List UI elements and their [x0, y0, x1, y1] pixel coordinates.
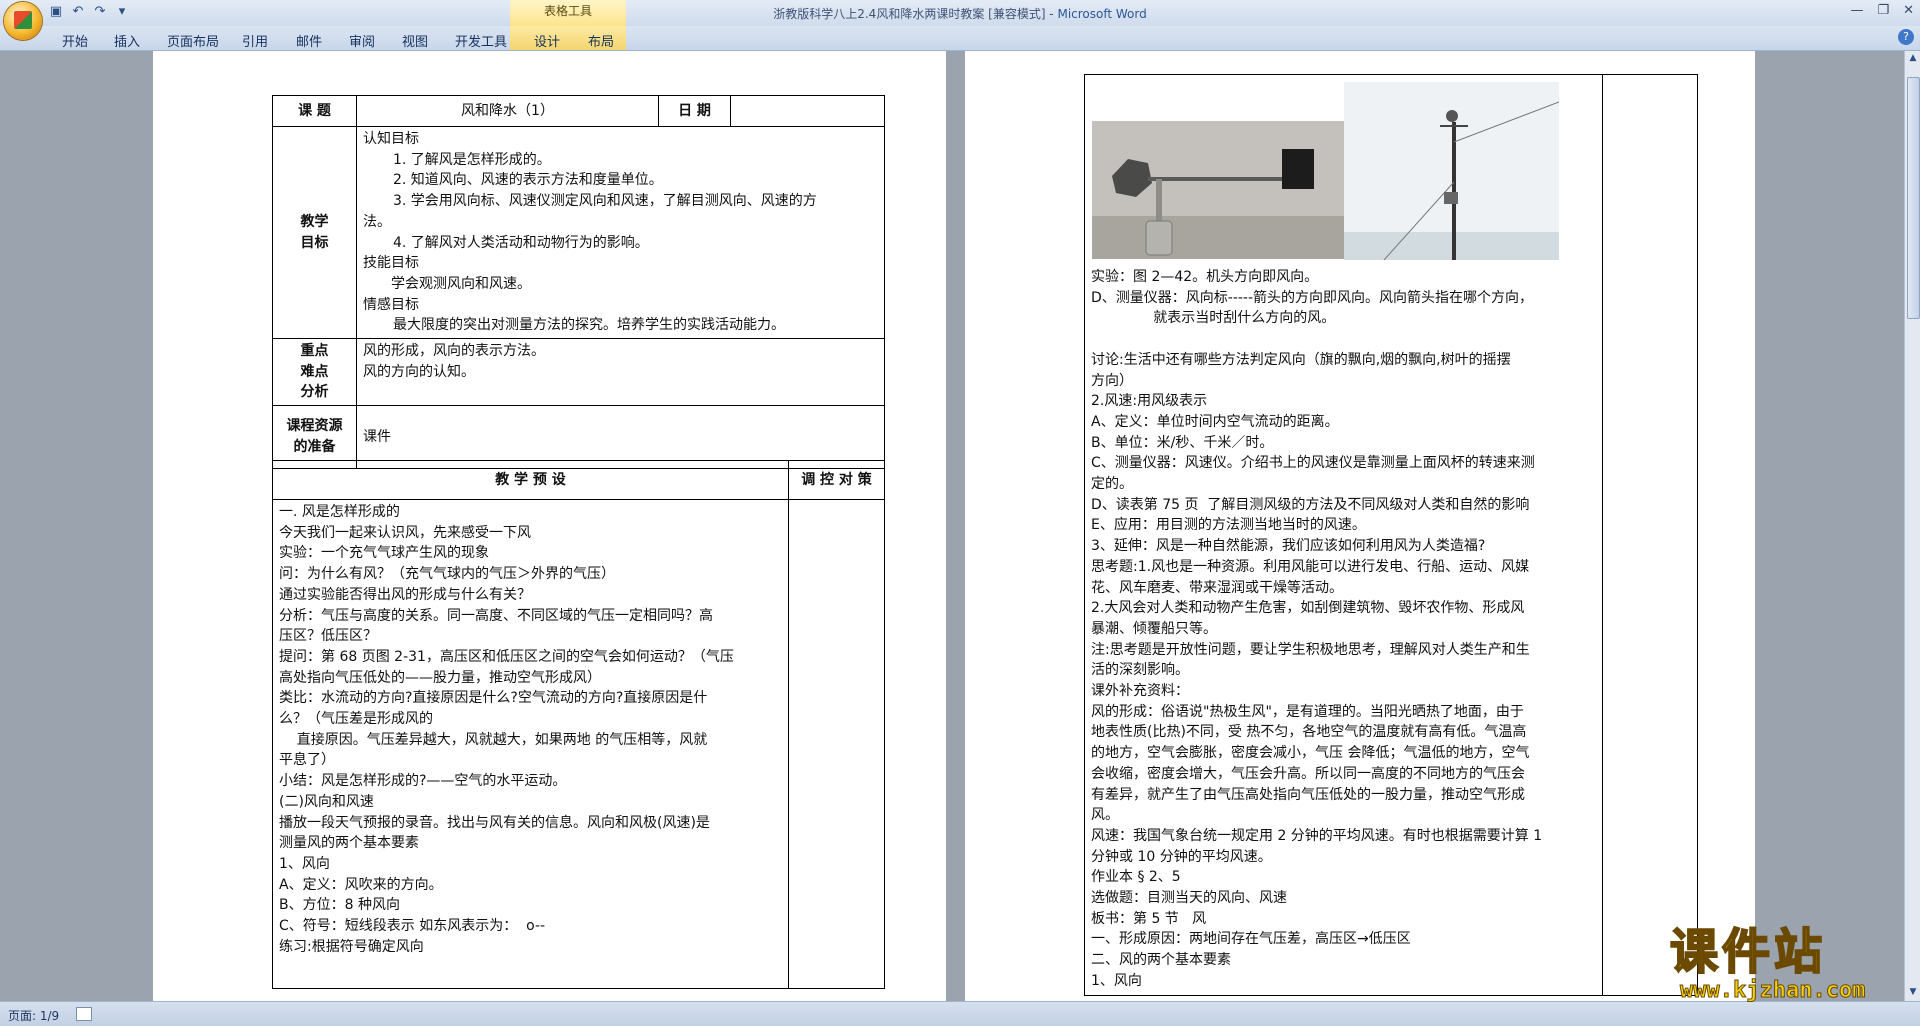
preset-table: 教 学 预 设 调 控 对 策 一. 风是怎样形成的 今天我们一起来认识风，先来…	[272, 460, 885, 989]
tab-home[interactable]: 开始	[62, 31, 88, 50]
scroll-up-icon[interactable]: ▲	[1908, 53, 1918, 65]
wind-vane-illustration	[1092, 121, 1344, 259]
close-icon[interactable]: ✕	[1903, 3, 1914, 18]
tab-insert[interactable]: 插入	[114, 31, 140, 50]
tab-references[interactable]: 引用	[242, 31, 268, 50]
proofing-icon[interactable]	[76, 1007, 92, 1021]
office-button[interactable]	[4, 2, 42, 40]
date-value[interactable]	[730, 95, 885, 127]
watermark-url: www.kjzhan.com	[1680, 978, 1866, 1003]
weather-station-illustration	[1344, 82, 1559, 260]
scrollbar-thumb[interactable]	[1907, 77, 1920, 319]
focus-content[interactable]: 风的形成，风向的表示方法。 风的方向的认知。	[356, 338, 885, 407]
tab-developer[interactable]: 开发工具	[455, 31, 507, 50]
wind-vane-photo[interactable]	[1092, 121, 1344, 259]
tab-view[interactable]: 视图	[402, 31, 428, 50]
preset-content[interactable]: 一. 风是怎样形成的 今天我们一起来认识风，先来感受一下风 实验：一个充气气球产…	[272, 499, 789, 989]
header-row: 课 题 风和降水（1） 日 期	[272, 95, 885, 127]
watermark-text: 课件站	[1669, 924, 1827, 980]
scroll-down-icon[interactable]: ▼	[1908, 987, 1918, 999]
topic-label: 课 题	[272, 95, 357, 127]
window-controls: — ❐ ✕	[1850, 3, 1914, 18]
column-divider	[1602, 75, 1603, 995]
ribbon-tab-row	[0, 26, 1920, 51]
tab-layout[interactable]: 布局	[588, 31, 614, 50]
goals-content[interactable]: 认知目标 1. 了解风是怎样形成的。 2. 知道风向、风速的表示方法和度量单位。…	[356, 125, 885, 340]
page-1: 课 题 风和降水（1） 日 期 教学 目标 认知目标 1. 了解风是怎样形成的。 …	[153, 51, 946, 1001]
preset-header: 教 学 预 设	[272, 460, 789, 500]
tab-design[interactable]: 设计	[534, 31, 560, 50]
lesson-table: 课 题 风和降水（1） 日 期 教学 目标 认知目标 1. 了解风是怎样形成的。 …	[272, 95, 885, 470]
page-2: 实验：图 2—42。机头方向即风向。 D、测量仪器：风向标-----箭头的方向即…	[965, 51, 1755, 1001]
kjzhan-watermark-logo: 课件站 www.kjzhan.com	[1669, 924, 1908, 1003]
page-indicator[interactable]: 页面: 1/9	[8, 1007, 59, 1024]
status-bar: 页面: 1/9	[0, 1001, 1920, 1026]
vertical-scrollbar[interactable]: ▲ ▼	[1904, 51, 1920, 1001]
control-header: 调 控 对 策	[788, 460, 885, 500]
window-title: 浙教版科学八上2.4风和降水两课时教案 [兼容模式] - Microsoft W…	[773, 7, 1147, 21]
weather-station-photo[interactable]	[1344, 82, 1559, 260]
page-2-table: 实验：图 2—42。机头方向即风向。 D、测量仪器：风向标-----箭头的方向即…	[1084, 74, 1698, 996]
tab-mailings[interactable]: 邮件	[296, 31, 322, 50]
help-icon[interactable]: ?	[1898, 29, 1914, 45]
title-bar: ▣ ↶ ↷ ▾ 表格工具 浙教版科学八上2.4风和降水两课时教案 [兼容模式] …	[0, 0, 1920, 27]
focus-label: 重点 难点 分析	[272, 338, 357, 407]
restore-icon[interactable]: ❐	[1877, 3, 1889, 18]
minimize-icon[interactable]: —	[1850, 3, 1863, 18]
page-2-content[interactable]: 实验：图 2—42。机头方向即风向。 D、测量仪器：风向标-----箭头的方向即…	[1091, 267, 1599, 992]
tab-page-layout[interactable]: 页面布局	[167, 31, 219, 50]
date-label: 日 期	[658, 95, 731, 127]
office-logo-icon	[14, 11, 32, 29]
control-content[interactable]	[788, 499, 885, 989]
focus-row: 重点 难点 分析 风的形成，风向的表示方法。 风的方向的认知。	[272, 338, 885, 407]
tab-review[interactable]: 审阅	[349, 31, 375, 50]
topic-value[interactable]: 风和降水（1）	[356, 95, 659, 127]
goals-row: 教学 目标 认知目标 1. 了解风是怎样形成的。 2. 知道风向、风速的表示方法和…	[272, 125, 885, 340]
goals-label: 教学 目标	[272, 125, 357, 340]
document-area: 课 题 风和降水（1） 日 期 教学 目标 认知目标 1. 了解风是怎样形成的。 …	[0, 51, 1904, 1001]
